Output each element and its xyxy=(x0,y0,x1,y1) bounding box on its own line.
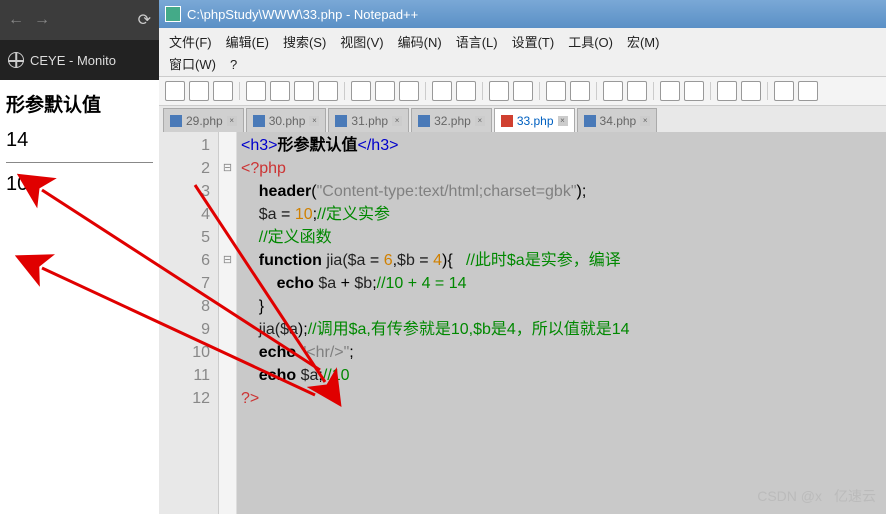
menu-item[interactable]: 编码(N) xyxy=(398,32,442,54)
back-icon[interactable]: ← xyxy=(8,11,24,29)
save-icon[interactable] xyxy=(213,81,233,101)
open-icon[interactable] xyxy=(189,81,209,101)
menu-item[interactable]: 搜索(S) xyxy=(283,32,326,54)
close-tab-icon[interactable]: × xyxy=(640,116,650,126)
forward-icon[interactable]: → xyxy=(34,11,50,29)
close-tab-icon[interactable]: × xyxy=(558,116,568,126)
close-tab-icon[interactable]: × xyxy=(309,116,319,126)
close-tab-icon[interactable]: × xyxy=(392,116,402,126)
tab-label: 29.php xyxy=(186,114,223,128)
zoomout-icon[interactable] xyxy=(570,81,590,101)
line-numbers: 123456789101112 xyxy=(159,132,219,514)
wrap-icon[interactable] xyxy=(627,81,647,101)
showall-icon[interactable] xyxy=(660,81,680,101)
content-hr xyxy=(6,162,153,163)
browser-nav: ← → ⟳ xyxy=(0,0,159,40)
url-bar[interactable]: CEYE - Monito xyxy=(0,40,159,80)
menu-item[interactable]: 宏(M) xyxy=(627,32,660,54)
tab-label: 31.php xyxy=(351,114,388,128)
save-indicator-icon xyxy=(418,115,430,127)
file-tab[interactable]: 33.php × xyxy=(494,108,575,132)
paste-icon[interactable] xyxy=(399,81,419,101)
browser-content: 形参默认值 14 10 xyxy=(0,80,159,216)
tab-label: 30.php xyxy=(269,114,306,128)
save-indicator-icon xyxy=(170,115,182,127)
window-titlebar: C:\phpStudy\WWW\33.php - Notepad++ xyxy=(159,0,886,28)
file-tab[interactable]: 34.php× xyxy=(577,108,658,132)
monitor-icon[interactable] xyxy=(774,81,794,101)
save-indicator-icon xyxy=(584,115,596,127)
save-indicator-icon xyxy=(501,115,513,127)
saveall-icon[interactable] xyxy=(246,81,266,101)
sync-icon[interactable] xyxy=(603,81,623,101)
watermark: CSDN @x 亿速云 xyxy=(757,486,876,506)
find-icon[interactable] xyxy=(489,81,509,101)
menu-item[interactable]: 窗口(W) xyxy=(169,54,216,76)
page-heading: 形参默认值 xyxy=(6,90,153,117)
result-2: 10 xyxy=(6,173,153,196)
menu-item[interactable]: 文件(F) xyxy=(169,32,212,54)
redo-icon[interactable] xyxy=(456,81,476,101)
file-tab[interactable]: 30.php× xyxy=(246,108,327,132)
app-icon xyxy=(165,6,181,22)
tab-label: 32.php xyxy=(434,114,471,128)
fold-column[interactable]: ⊟⊟ xyxy=(219,132,237,514)
file-tab[interactable]: 31.php × xyxy=(328,108,409,132)
new-icon[interactable] xyxy=(165,81,185,101)
close-tab-icon[interactable]: × xyxy=(227,116,237,126)
indent-icon[interactable] xyxy=(684,81,704,101)
unfold-icon[interactable] xyxy=(741,81,761,101)
closeall-icon[interactable] xyxy=(294,81,314,101)
tab-label: 34.php xyxy=(600,114,637,128)
result-1: 14 xyxy=(6,129,153,152)
menu-item[interactable]: 语言(L) xyxy=(456,32,498,54)
menu-item[interactable]: 设置(T) xyxy=(512,32,555,54)
menu-item[interactable]: 视图(V) xyxy=(340,32,383,54)
menu-item[interactable]: 工具(O) xyxy=(568,32,613,54)
menu-item[interactable]: 编辑(E) xyxy=(226,32,269,54)
code-area[interactable]: <h3>形参默认值</h3> <?php header("Content-typ… xyxy=(237,132,886,514)
globe-icon xyxy=(8,52,24,68)
url-text: CEYE - Monito xyxy=(30,53,116,68)
menu-bar: 文件(F) 编辑(E) 搜索(S) 视图(V) 编码(N) 语言(L) 设置(T) 工具(O)… xyxy=(159,28,886,76)
save-indicator-icon xyxy=(335,115,347,127)
copy-icon[interactable] xyxy=(375,81,395,101)
close-icon[interactable] xyxy=(270,81,290,101)
replace-icon[interactable] xyxy=(513,81,533,101)
file-tab[interactable]: 32.php × xyxy=(411,108,492,132)
file-tab[interactable]: 29.php × xyxy=(163,108,244,132)
tab-bar: 29.php×30.php×31.php×32.php×33.php×34.ph… xyxy=(159,106,886,132)
cut-icon[interactable] xyxy=(351,81,371,101)
print-icon[interactable] xyxy=(318,81,338,101)
undo-icon[interactable] xyxy=(432,81,452,101)
window-title: C:\phpStudy\WWW\33.php - Notepad++ xyxy=(187,7,418,22)
fold-icon[interactable] xyxy=(717,81,737,101)
close-tab-icon[interactable]: × xyxy=(475,116,485,126)
record-icon[interactable] xyxy=(798,81,818,101)
toolbar xyxy=(159,76,886,106)
menu-item[interactable]: ? xyxy=(230,54,237,76)
save-indicator-icon xyxy=(253,115,265,127)
tab-label: 33.php xyxy=(517,114,554,128)
zoomin-icon[interactable] xyxy=(546,81,566,101)
editor[interactable]: 123456789101112 ⊟⊟ <h3>形参默认值</h3> <?php … xyxy=(159,132,886,514)
refresh-icon[interactable]: ⟳ xyxy=(138,10,151,30)
